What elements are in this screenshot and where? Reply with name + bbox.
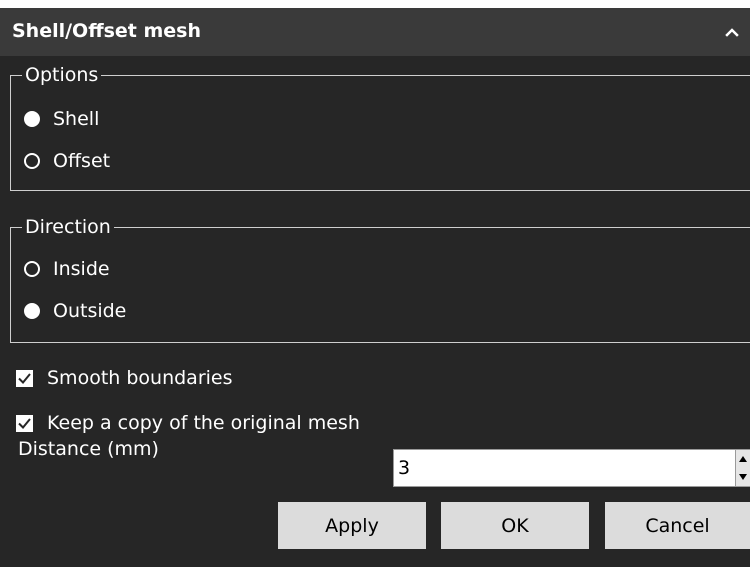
smooth-boundaries-checkbox[interactable]: Smooth boundaries: [16, 366, 233, 390]
smooth-boundaries-label: Smooth boundaries: [47, 367, 233, 389]
apply-button[interactable]: Apply: [278, 502, 426, 549]
radio-inside[interactable]: Inside: [24, 257, 110, 281]
radio-shell-label: Shell: [53, 108, 100, 130]
keep-copy-label: Keep a copy of the original mesh: [47, 412, 360, 434]
spin-up-icon[interactable]: [736, 450, 750, 468]
chevron-up-icon[interactable]: [722, 22, 742, 42]
spin-down-icon[interactable]: [736, 468, 750, 486]
radio-outside-label: Outside: [53, 300, 127, 322]
options-group-title: Options: [22, 64, 102, 86]
ok-button[interactable]: OK: [441, 502, 589, 549]
distance-spinner: [736, 449, 750, 487]
radio-outside[interactable]: Outside: [24, 299, 126, 323]
panel-title: Shell/Offset mesh: [12, 20, 202, 42]
options-group: [10, 75, 750, 191]
radio-selected-icon[interactable]: [24, 303, 40, 319]
radio-selected-icon[interactable]: [24, 111, 40, 127]
distance-label: Distance (mm): [18, 438, 159, 460]
direction-group: [10, 227, 750, 343]
distance-input[interactable]: [393, 449, 736, 487]
radio-inside-label: Inside: [53, 258, 110, 280]
radio-offset-label: Offset: [53, 150, 111, 172]
keep-copy-checkbox[interactable]: Keep a copy of the original mesh: [16, 411, 360, 435]
cancel-button[interactable]: Cancel: [605, 502, 750, 549]
shell-offset-mesh-panel: Shell/Offset mesh Options Shell Offset D…: [0, 8, 750, 567]
check-icon[interactable]: [16, 414, 33, 432]
radio-shell[interactable]: Shell: [24, 107, 99, 131]
radio-unselected-icon[interactable]: [24, 153, 40, 169]
check-icon[interactable]: [16, 369, 33, 387]
radio-offset[interactable]: Offset: [24, 149, 110, 173]
direction-group-title: Direction: [22, 216, 114, 238]
panel-header[interactable]: Shell/Offset mesh: [0, 8, 750, 56]
radio-unselected-icon[interactable]: [24, 261, 40, 277]
